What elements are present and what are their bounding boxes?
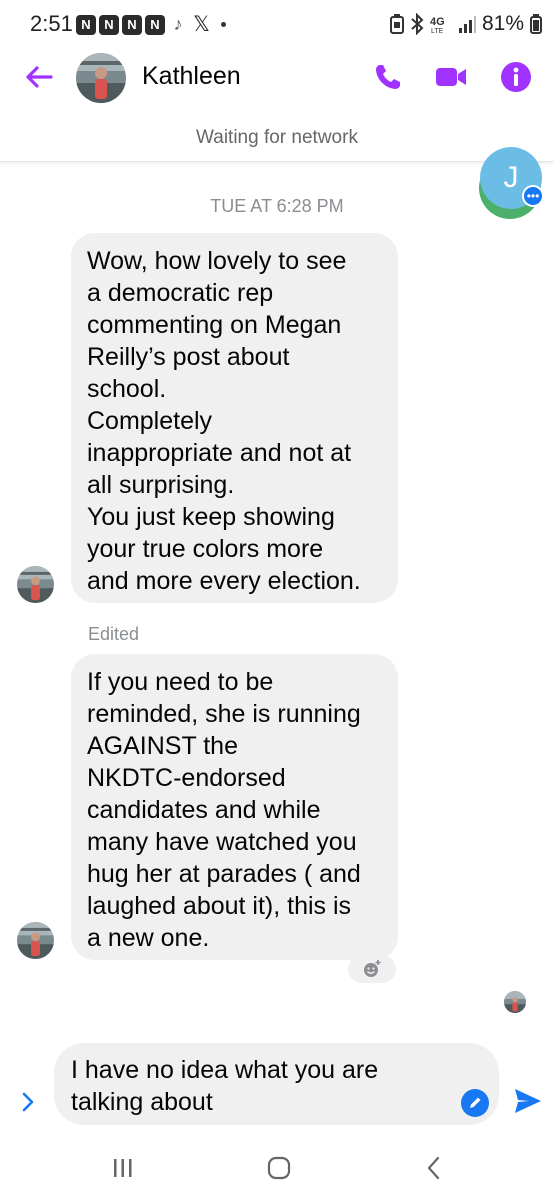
n-app-icon: N <box>76 14 96 35</box>
svg-text:4G: 4G <box>430 16 445 28</box>
chat-head-initial: J <box>503 161 519 194</box>
back-chevron-icon <box>427 1156 440 1180</box>
system-navigation-bar <box>0 1135 554 1200</box>
message-line: Reilly’s post about <box>87 343 290 371</box>
battery-icon <box>530 14 542 34</box>
message-timestamp: TUE AT 6:28 PM <box>210 196 344 216</box>
x-icon: 𝕏 <box>193 13 210 36</box>
recent-apps-icon <box>114 1159 132 1177</box>
back-button[interactable] <box>414 1153 454 1183</box>
seen-receipt-avatar <box>504 991 526 1013</box>
edited-label: Edited <box>88 624 140 644</box>
svg-text:LTE: LTE <box>431 28 444 34</box>
message-line: commenting on Megan <box>87 311 342 339</box>
network-status-banner: Waiting for network <box>0 110 554 162</box>
network-status-text: Waiting for network <box>196 127 358 148</box>
message-input-text[interactable]: I have no idea what you are talking abou… <box>71 1054 378 1118</box>
video-call-icon[interactable] <box>434 60 468 94</box>
message-line: all surprising. <box>87 471 235 499</box>
n-app-icon: N <box>99 14 119 35</box>
message-line: many have watched you <box>87 828 357 856</box>
message-line: school. <box>87 375 167 403</box>
pencil-icon <box>470 1097 481 1108</box>
incoming-message-bubble[interactable]: If you need to be reminded, she is runni… <box>71 654 398 960</box>
contact-avatar[interactable] <box>76 53 126 103</box>
message-line: If you need to be <box>87 668 274 696</box>
message-line: AGAINST the <box>87 732 238 760</box>
info-icon[interactable] <box>499 60 533 94</box>
message-line: laughed about it), this is <box>87 892 352 920</box>
message-line: a new one. <box>87 924 210 952</box>
incoming-message-bubble[interactable]: Wow, how lovely to see a democratic rep … <box>71 233 398 603</box>
send-icon[interactable] <box>512 1085 544 1117</box>
more-notifications-dot <box>220 22 226 27</box>
home-button[interactable] <box>259 1153 299 1183</box>
n-app-icon: N <box>145 14 165 35</box>
recent-apps-button[interactable] <box>103 1153 143 1183</box>
status-time: 2:51 <box>30 11 73 36</box>
signal-icon <box>458 16 476 33</box>
message-line: a democratic rep <box>87 279 274 307</box>
bluetooth-icon <box>411 13 424 35</box>
message-line: reminded, she is running <box>87 700 361 728</box>
sender-avatar[interactable] <box>17 566 54 603</box>
system-icons: 4G LTE 81% <box>389 12 542 36</box>
battery-saver-icon <box>389 14 404 34</box>
conversation-header: Kathleen <box>0 50 554 106</box>
message-line: inappropriate and not at <box>87 439 352 467</box>
ai-edit-button[interactable] <box>461 1089 489 1117</box>
message-line: Completely <box>87 407 213 435</box>
message-line: NKDTC-endorsed <box>87 764 286 792</box>
message-line: Wow, how lovely to see <box>87 247 347 275</box>
message-line: candidates and while <box>87 796 321 824</box>
tiktok-icon: ♪ <box>173 14 183 34</box>
phone-call-icon[interactable] <box>371 60 405 94</box>
message-line: and more every election. <box>87 567 361 595</box>
message-input[interactable]: I have no idea what you are talking abou… <box>54 1043 499 1125</box>
message-line: hug her at parades ( and <box>87 860 361 888</box>
status-bar: 2:51 N N N N ♪ 𝕏 4G LTE 81% <box>0 0 554 50</box>
contact-name[interactable]: Kathleen <box>142 62 241 91</box>
back-arrow-icon[interactable] <box>22 60 56 94</box>
lte-icon: 4GLTE <box>430 16 445 34</box>
message-line: your true colors more <box>87 535 324 563</box>
message-line: You just keep showing <box>87 503 335 531</box>
home-icon <box>267 1156 291 1180</box>
add-reaction-button[interactable] <box>348 955 396 983</box>
n-app-icon: N <box>122 14 142 35</box>
notification-icons: N N N N ♪ 𝕏 <box>76 12 226 37</box>
expand-actions-chevron-icon[interactable] <box>16 1090 40 1114</box>
add-emoji-icon <box>364 960 381 977</box>
sender-avatar[interactable] <box>17 922 54 959</box>
battery-percent: 81% <box>481 12 524 35</box>
